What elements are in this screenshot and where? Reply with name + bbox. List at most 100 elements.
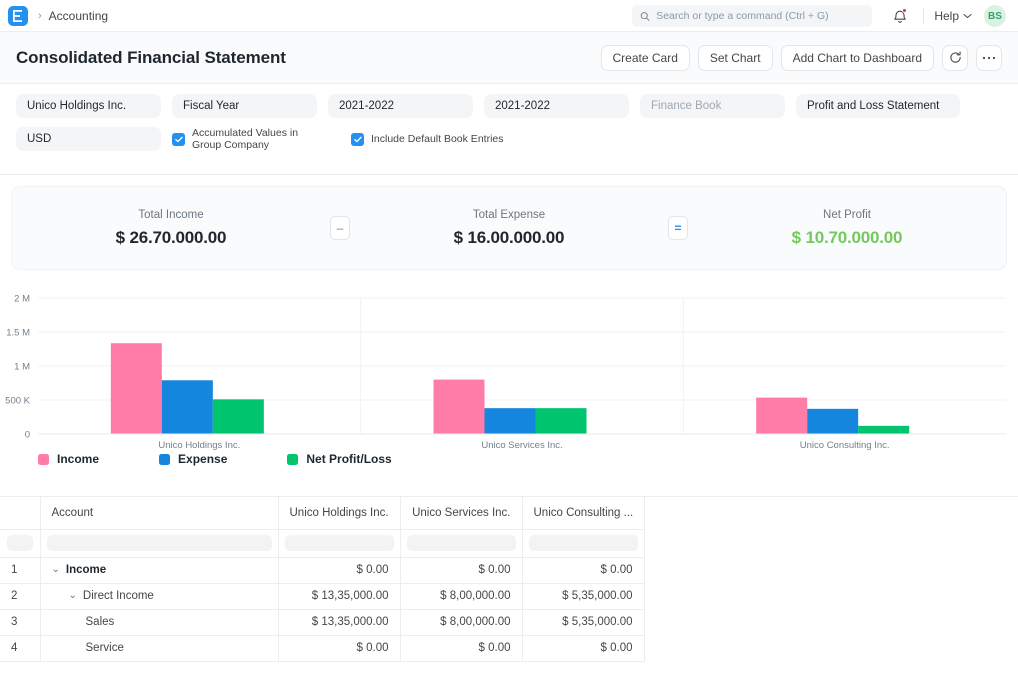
legend-swatch-icon	[287, 454, 298, 465]
set-chart-button[interactable]: Set Chart	[698, 45, 773, 71]
add-chart-to-dashboard-button[interactable]: Add Chart to Dashboard	[781, 45, 934, 71]
amount-cell[interactable]: $ 0.00	[400, 635, 522, 661]
checkbox-checked-icon	[172, 133, 185, 146]
refresh-button[interactable]	[942, 45, 968, 71]
amount-cell[interactable]: $ 13,35,000.00	[278, 609, 400, 635]
to-fiscal-year-filter[interactable]: 2021-2022	[484, 94, 629, 118]
bar[interactable]	[111, 343, 162, 434]
table-row[interactable]: 4Service$ 0.00$ 0.00$ 0.00	[0, 635, 644, 661]
from-fiscal-year-filter[interactable]: 2021-2022	[328, 94, 473, 118]
page-header: Consolidated Financial Statement Create …	[0, 32, 1018, 84]
bar[interactable]	[858, 426, 909, 434]
account-label: Service	[86, 642, 124, 654]
row-index: 3	[0, 609, 40, 635]
legend-item[interactable]: Expense	[159, 452, 227, 466]
column-header-index[interactable]	[0, 497, 40, 529]
legend-label: Expense	[178, 452, 227, 466]
filter-cell-unico-consulting[interactable]	[522, 529, 644, 557]
legend-label: Income	[57, 452, 99, 466]
amount-cell[interactable]: $ 5,35,000.00	[522, 583, 644, 609]
table-body: 1⌄Income$ 0.00$ 0.00$ 0.002⌄Direct Incom…	[0, 557, 644, 661]
include-default-book-entries-checkbox[interactable]: Include Default Book Entries	[351, 133, 504, 146]
net-profit-value: $ 10.70.000.00	[688, 228, 1006, 248]
filter-cell-index[interactable]	[0, 529, 40, 557]
amount-cell[interactable]: $ 8,00,000.00	[400, 609, 522, 635]
currency-filter[interactable]: USD	[16, 127, 161, 151]
report-type-filter[interactable]: Profit and Loss Statement	[796, 94, 960, 118]
row-index: 1	[0, 557, 40, 583]
amount-cell[interactable]: $ 5,35,000.00	[522, 609, 644, 635]
y-axis-tick: 500 K	[5, 396, 30, 407]
y-axis-tick: 0	[25, 430, 30, 441]
table-row[interactable]: 1⌄Income$ 0.00$ 0.00$ 0.00	[0, 557, 644, 583]
chart-legend: Income Expense Net Profit/Loss	[0, 452, 1018, 466]
report-table: Account Unico Holdings Inc. Unico Servic…	[0, 497, 645, 662]
column-header-account[interactable]: Account	[40, 497, 278, 529]
table-row[interactable]: 3 Sales $ 13,35,000.00$ 8,00,000.00$ 5,35,…	[0, 609, 644, 635]
search-icon	[640, 11, 650, 22]
filter-row-primary: Unico Holdings Inc. Fiscal Year 2021-202…	[16, 94, 1002, 118]
account-cell[interactable]: Service	[40, 635, 278, 661]
bar[interactable]	[756, 398, 807, 434]
account-cell[interactable]: ⌄Direct Income	[40, 583, 278, 609]
search-input[interactable]	[656, 10, 864, 22]
chevron-down-icon[interactable]: ⌄	[69, 591, 77, 601]
filter-cell-unico-services[interactable]	[400, 529, 522, 557]
more-options-button[interactable]	[976, 45, 1002, 71]
amount-cell[interactable]: $ 0.00	[278, 635, 400, 661]
chart-canvas: 2 M1.5 M1 M500 K0Unico Holdings Inc.Unic…	[0, 284, 1018, 454]
column-header-unico-holdings[interactable]: Unico Holdings Inc.	[278, 497, 400, 529]
bar[interactable]	[536, 408, 587, 434]
global-search[interactable]	[632, 5, 872, 27]
column-header-unico-services[interactable]: Unico Services Inc.	[400, 497, 522, 529]
table-head: Account Unico Holdings Inc. Unico Servic…	[0, 497, 644, 557]
create-card-button[interactable]: Create Card	[601, 45, 690, 71]
table-filter-row	[0, 529, 644, 557]
ellipsis-icon	[982, 56, 996, 60]
chevron-down-icon	[963, 13, 972, 19]
account-cell[interactable]: ⌄Income	[40, 557, 278, 583]
legend-item[interactable]: Net Profit/Loss	[287, 452, 391, 466]
minus-operator: –	[330, 216, 350, 240]
help-menu[interactable]: Help	[934, 9, 972, 23]
amount-cell[interactable]: $ 0.00	[400, 557, 522, 583]
amount-cell[interactable]: $ 0.00	[522, 635, 644, 661]
refresh-icon	[949, 51, 962, 64]
bar[interactable]	[434, 380, 485, 434]
account-cell[interactable]: Sales	[40, 609, 278, 635]
accumulated-values-label: Accumulated Values in Group Company	[192, 127, 322, 151]
filter-cell-account[interactable]	[40, 529, 278, 557]
include-default-book-entries-label: Include Default Book Entries	[371, 133, 504, 145]
table-row[interactable]: 2⌄Direct Income$ 13,35,000.00$ 8,00,000.…	[0, 583, 644, 609]
page-title: Consolidated Financial Statement	[16, 48, 286, 68]
bar[interactable]	[807, 409, 858, 434]
breadcrumb[interactable]: Accounting	[49, 9, 108, 23]
account-label: Sales	[86, 616, 115, 628]
filter-cell-unico-holdings[interactable]	[278, 529, 400, 557]
legend-swatch-icon	[159, 454, 170, 465]
bar-chart: 2 M1.5 M1 M500 K0Unico Holdings Inc.Unic…	[0, 280, 1018, 485]
column-header-unico-consulting[interactable]: Unico Consulting ...	[522, 497, 644, 529]
chevron-down-icon[interactable]: ⌄	[52, 565, 60, 575]
finance-book-filter[interactable]: Finance Book	[640, 94, 785, 118]
company-filter[interactable]: Unico Holdings Inc.	[16, 94, 161, 118]
legend-label: Net Profit/Loss	[306, 452, 391, 466]
total-income-label: Total Income	[12, 209, 330, 221]
bar[interactable]	[162, 380, 213, 434]
amount-cell[interactable]: $ 8,00,000.00	[400, 583, 522, 609]
accumulated-values-checkbox[interactable]: Accumulated Values in Group Company	[172, 127, 322, 151]
amount-cell[interactable]: $ 13,35,000.00	[278, 583, 400, 609]
legend-item[interactable]: Income	[38, 452, 99, 466]
amount-cell[interactable]: $ 0.00	[278, 557, 400, 583]
bar[interactable]	[213, 399, 264, 434]
notifications-button[interactable]	[887, 3, 913, 29]
filter-area: Unico Holdings Inc. Fiscal Year 2021-202…	[0, 84, 1018, 175]
total-income-value: $ 26.70.000.00	[12, 228, 330, 248]
avatar[interactable]: BS	[984, 5, 1006, 27]
help-label: Help	[934, 9, 959, 23]
amount-cell[interactable]: $ 0.00	[522, 557, 644, 583]
bar[interactable]	[485, 408, 536, 434]
periodicity-filter[interactable]: Fiscal Year	[172, 94, 317, 118]
net-profit-label: Net Profit	[688, 209, 1006, 221]
erpnext-logo-icon[interactable]	[8, 6, 28, 26]
